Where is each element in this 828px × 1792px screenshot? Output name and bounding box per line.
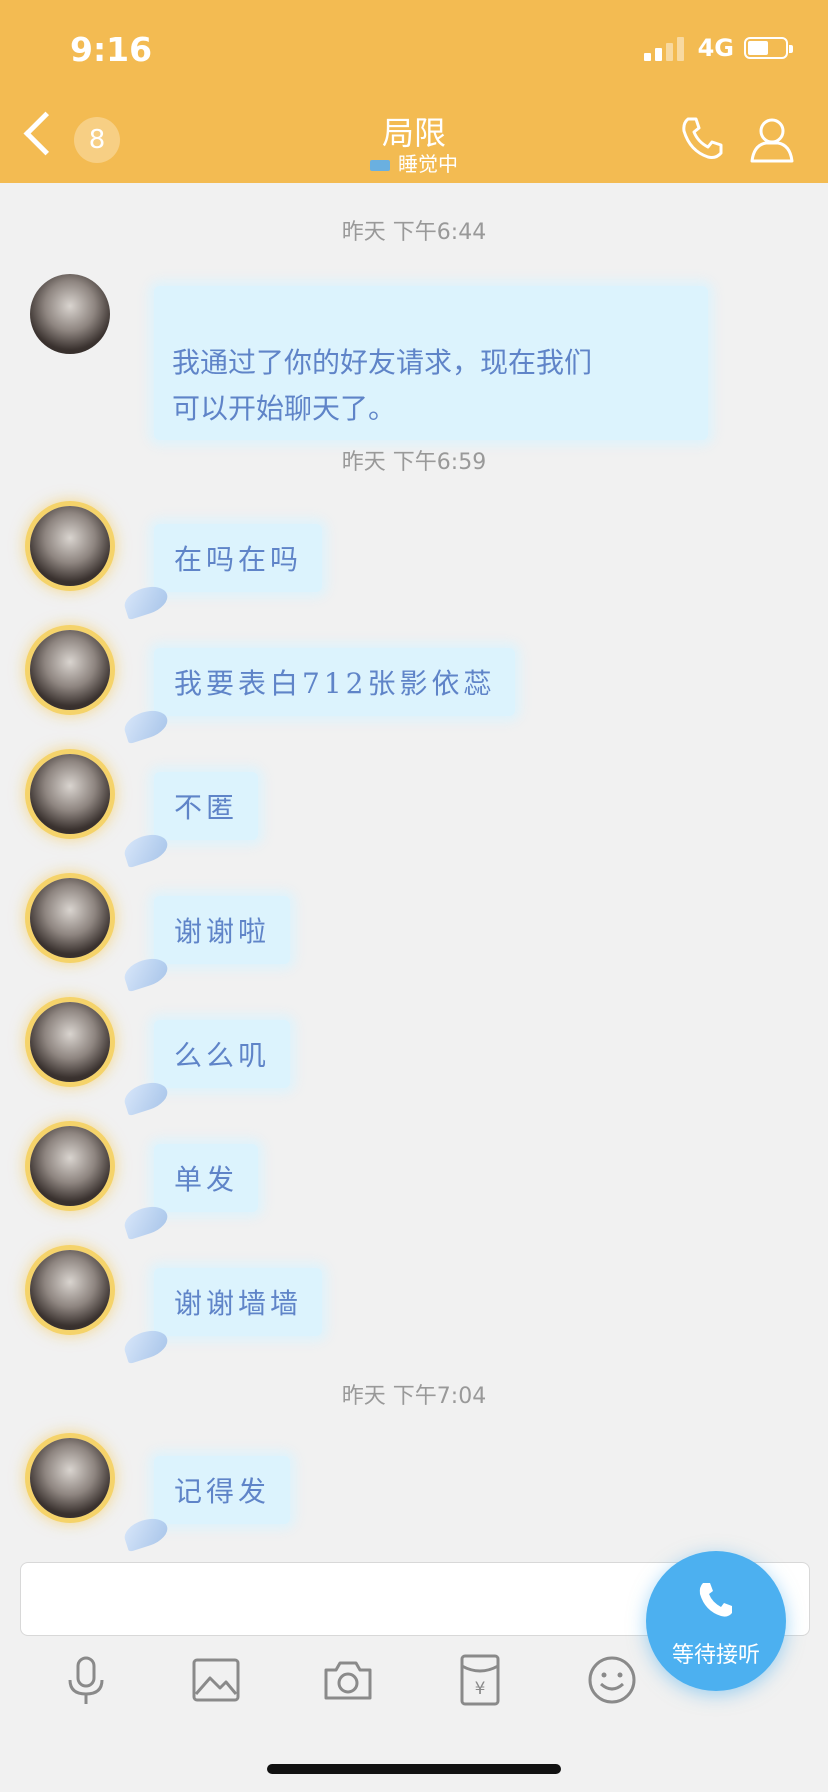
message-text: 我要表白712张影依蕊 <box>174 667 496 700</box>
status-indicators: 4G <box>643 34 793 62</box>
message-row: 谢谢啦 <box>30 878 291 993</box>
message-text: 单发 <box>174 1163 239 1196</box>
call-waiting-button[interactable]: 等待接听 <box>646 1551 786 1691</box>
message-text: 不匿 <box>174 791 239 824</box>
message-row: 在吗在吗 <box>30 506 323 621</box>
timestamp: 昨天 下午6:59 <box>341 450 487 475</box>
microphone-icon[interactable] <box>58 1652 114 1708</box>
message-bubble[interactable]: 我通过了你的好友请求，现在我们 可以开始聊天了。 <box>154 286 708 440</box>
feather-icon <box>121 1325 171 1365</box>
svg-text:¥: ¥ <box>475 1679 486 1699</box>
home-indicator[interactable] <box>267 1764 561 1774</box>
message-bubble[interactable]: 单发 <box>121 1144 259 1241</box>
message-row: 么么叽 <box>30 1002 291 1117</box>
message-bubble[interactable]: 谢谢啦 <box>121 896 291 993</box>
bed-icon <box>370 160 390 171</box>
call-waiting-label: 等待接听 <box>671 1643 760 1668</box>
feather-icon <box>121 829 171 869</box>
image-icon[interactable] <box>188 1652 244 1708</box>
emoji-icon[interactable] <box>584 1652 640 1708</box>
message-row: 我通过了你的好友请求，现在我们 可以开始聊天了。 <box>30 274 708 440</box>
avatar[interactable] <box>30 630 110 710</box>
phone-icon[interactable] <box>676 113 728 165</box>
feather-icon <box>121 953 171 993</box>
avatar[interactable] <box>30 878 110 958</box>
message-bubble[interactable]: 我要表白712张影依蕊 <box>121 648 516 745</box>
timestamp: 昨天 下午7:04 <box>341 1384 487 1409</box>
message-row: 记得发 <box>30 1438 291 1553</box>
header-bar: 9:16 4G 8 局限 睡觉中 <box>0 0 828 183</box>
profile-icon[interactable] <box>746 113 798 165</box>
message-text: 谢谢啦 <box>174 915 271 948</box>
message-bubble[interactable]: 记得发 <box>121 1456 291 1553</box>
feather-icon <box>121 581 171 621</box>
message-text: 谢谢墙墙 <box>174 1287 303 1320</box>
feather-icon <box>121 1513 171 1553</box>
avatar[interactable] <box>30 1438 110 1518</box>
avatar[interactable] <box>30 1126 110 1206</box>
message-text: 我通过了你的好友请求，现在我们 可以开始聊天了。 <box>172 346 593 425</box>
message-row: 不匿 <box>30 754 259 869</box>
phone-icon <box>699 1583 732 1617</box>
red-packet-icon[interactable]: ¥ <box>452 1652 508 1708</box>
feather-icon <box>121 1201 171 1241</box>
avatar[interactable] <box>30 506 110 586</box>
network-label: 4G <box>697 34 734 62</box>
message-bubble[interactable]: 么么叽 <box>121 1020 291 1117</box>
message-text: 记得发 <box>174 1475 271 1508</box>
chat-status-text: 睡觉中 <box>398 152 458 176</box>
message-row: 单发 <box>30 1126 259 1241</box>
feather-icon <box>121 705 171 745</box>
signal-icon <box>643 35 684 61</box>
battery-icon <box>744 37 793 59</box>
timestamp: 昨天 下午6:44 <box>341 220 487 245</box>
camera-icon[interactable] <box>320 1652 376 1708</box>
message-row: 谢谢墙墙 <box>30 1250 323 1365</box>
message-bubble[interactable]: 在吗在吗 <box>121 524 323 621</box>
status-time: 9:16 <box>70 30 153 69</box>
avatar[interactable] <box>30 754 110 834</box>
feather-icon <box>121 1077 171 1117</box>
avatar[interactable] <box>30 1250 110 1330</box>
message-bubble[interactable]: 谢谢墙墙 <box>121 1268 323 1365</box>
avatar[interactable] <box>30 1002 110 1082</box>
message-bubble[interactable]: 不匿 <box>121 772 259 869</box>
avatar[interactable] <box>30 274 110 354</box>
message-text: 么么叽 <box>174 1039 271 1072</box>
message-text: 在吗在吗 <box>174 543 303 576</box>
message-row: 我要表白712张影依蕊 <box>30 630 516 745</box>
